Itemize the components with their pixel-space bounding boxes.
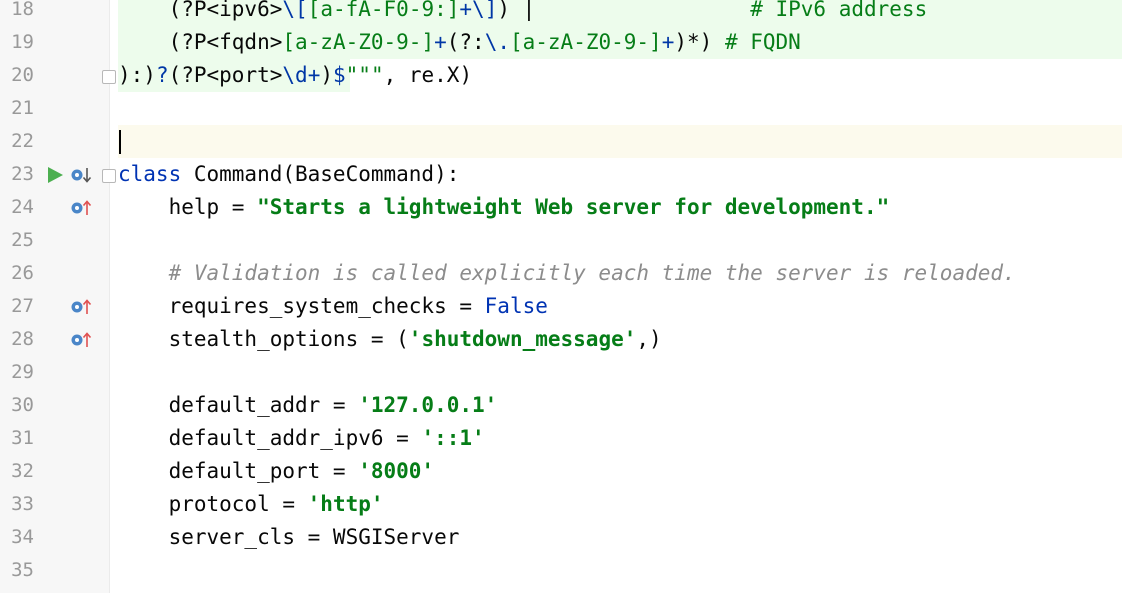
line-number: 27 (11, 295, 34, 317)
fold-icon[interactable] (102, 169, 116, 183)
line-number: 26 (11, 262, 34, 284)
code-line-21[interactable]: 21 (0, 92, 1122, 125)
overrides-up-icon[interactable] (70, 323, 92, 356)
line-number: 19 (11, 31, 34, 53)
line-number: 25 (11, 229, 34, 251)
code-text[interactable]: stealth_options = ('shutdown_message',) (118, 323, 1122, 356)
line-number: 31 (11, 427, 34, 449)
overrides-up-icon[interactable] (70, 191, 92, 224)
run-icon[interactable] (46, 158, 64, 191)
code-text[interactable]: default_addr = '127.0.0.1' (118, 389, 1122, 422)
line-number: 28 (11, 328, 34, 350)
code-text[interactable]: class Command(BaseCommand): (118, 158, 1122, 191)
code-text[interactable]: (?P<fqdn>[a-zA-Z0-9-]+(?:\.[a-zA-Z0-9-]+… (118, 26, 1122, 59)
code-text[interactable] (118, 125, 1122, 158)
code-text[interactable]: default_addr_ipv6 = '::1' (118, 422, 1122, 455)
code-text[interactable]: help = "Starts a lightweight Web server … (118, 191, 1122, 224)
code-editor[interactable]: 18 (?P<ipv6>\[[a-fA-F0-9:]+\]) | # IPv6 … (0, 0, 1122, 593)
code-text[interactable] (118, 224, 1122, 257)
code-text[interactable]: requires_system_checks = False (118, 290, 1122, 323)
code-line-34[interactable]: 34 server_cls = WSGIServer (0, 521, 1122, 554)
code-line-35[interactable]: 35 (0, 554, 1122, 587)
text-caret (119, 130, 121, 154)
line-number: 32 (11, 460, 34, 482)
code-line-33[interactable]: 33 protocol = 'http' (0, 488, 1122, 521)
code-line-18[interactable]: 18 (?P<ipv6>\[[a-fA-F0-9:]+\]) | # IPv6 … (0, 0, 1122, 26)
code-text[interactable]: ):)?(?P<port>\d+)$""", re.X) (118, 59, 1122, 92)
code-line-31[interactable]: 31 default_addr_ipv6 = '::1' (0, 422, 1122, 455)
code-text[interactable]: (?P<ipv6>\[[a-fA-F0-9:]+\]) | # IPv6 add… (118, 0, 1122, 26)
code-text[interactable]: # Validation is called explicitly each t… (118, 257, 1122, 290)
fold-icon[interactable] (102, 70, 116, 84)
code-line-23[interactable]: 23 class Command(BaseCommand): (0, 158, 1122, 191)
line-number: 22 (11, 130, 34, 152)
line-number: 30 (11, 394, 34, 416)
line-number: 21 (11, 97, 34, 119)
line-number: 35 (11, 559, 34, 581)
overrides-up-icon[interactable] (70, 290, 92, 323)
overridden-down-icon[interactable] (70, 158, 92, 191)
code-line-24[interactable]: 24 help = "Starts a lightweight Web serv… (0, 191, 1122, 224)
code-line-26[interactable]: 26 # Validation is called explicitly eac… (0, 257, 1122, 290)
code-text[interactable] (118, 356, 1122, 389)
line-number: 24 (11, 196, 34, 218)
code-text[interactable]: server_cls = WSGIServer (118, 521, 1122, 554)
line-number: 29 (11, 361, 34, 383)
code-text[interactable] (118, 554, 1122, 587)
code-text[interactable] (118, 92, 1122, 125)
code-line-22[interactable]: 22 (0, 125, 1122, 158)
line-number: 20 (11, 64, 34, 86)
code-line-28[interactable]: 28 stealth_options = ('shutdown_message'… (0, 323, 1122, 356)
code-line-27[interactable]: 27 requires_system_checks = False (0, 290, 1122, 323)
code-line-30[interactable]: 30 default_addr = '127.0.0.1' (0, 389, 1122, 422)
code-line-20[interactable]: 20 ):)?(?P<port>\d+)$""", re.X) (0, 59, 1122, 92)
line-number: 34 (11, 526, 34, 548)
line-number: 33 (11, 493, 34, 515)
code-text[interactable]: default_port = '8000' (118, 455, 1122, 488)
code-line-19[interactable]: 19 (?P<fqdn>[a-zA-Z0-9-]+(?:\.[a-zA-Z0-9… (0, 26, 1122, 59)
line-number: 18 (11, 0, 34, 20)
code-line-29[interactable]: 29 (0, 356, 1122, 389)
code-text[interactable]: protocol = 'http' (118, 488, 1122, 521)
code-line-25[interactable]: 25 (0, 224, 1122, 257)
line-number: 23 (11, 163, 34, 185)
code-line-32[interactable]: 32 default_port = '8000' (0, 455, 1122, 488)
